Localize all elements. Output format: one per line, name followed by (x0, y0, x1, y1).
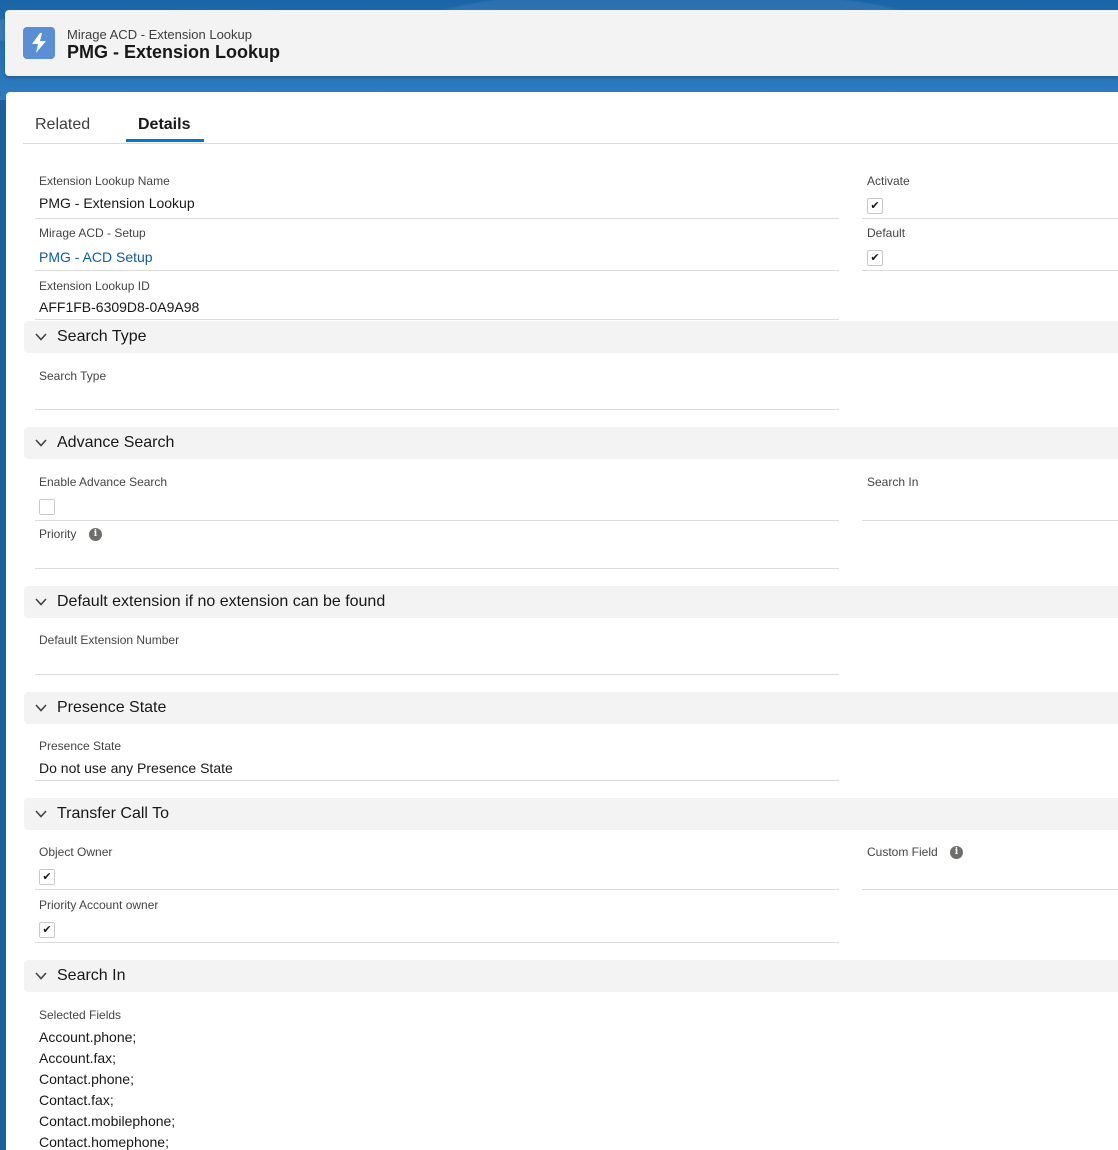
field-divider (862, 520, 1118, 521)
section-title: Search Type (57, 328, 147, 345)
tab-related[interactable]: Related (35, 116, 90, 134)
section-search-in[interactable]: Search In (24, 960, 1118, 992)
field-divider (35, 942, 839, 943)
extension-lookup-id-value: AFF1FB-6309D8-0A9A98 (39, 299, 200, 315)
list-item: Account.phone; (39, 1029, 137, 1045)
enable-advance-search-label: Enable Advance Search (39, 475, 168, 489)
chevron-down-icon (35, 810, 47, 818)
field-divider (862, 889, 1118, 890)
object-label: Mirage ACD - Extension Lookup (67, 27, 252, 42)
object-owner-label: Object Owner (39, 845, 113, 859)
object-owner-checkbox: ✔ (39, 869, 55, 885)
selected-fields-label: Selected Fields (39, 1008, 122, 1022)
presence-state-label: Presence State (39, 739, 122, 753)
section-title: Search In (57, 967, 126, 984)
section-search-type[interactable]: Search Type (24, 321, 1118, 353)
details-panel: Related Details Extension Lookup Name PM… (6, 92, 1118, 1150)
record-header: Mirage ACD - Extension Lookup PMG - Exte… (5, 10, 1118, 76)
field-divider (35, 270, 839, 271)
presence-state-value: Do not use any Presence State (39, 760, 233, 776)
extension-lookup-id-label: Extension Lookup ID (39, 279, 150, 293)
field-divider (862, 218, 1118, 219)
info-icon[interactable]: i (89, 528, 102, 541)
field-divider (35, 409, 839, 410)
field-divider (35, 780, 839, 781)
field-divider (35, 218, 839, 219)
field-divider (35, 889, 839, 890)
section-advance-search[interactable]: Advance Search (24, 427, 1118, 459)
search-in-label: Search In (867, 475, 919, 489)
chevron-down-icon (35, 439, 47, 447)
field-divider (35, 319, 839, 320)
lightning-icon (23, 27, 55, 59)
chevron-down-icon (35, 598, 47, 606)
activate-checkbox: ✔ (867, 198, 883, 214)
default-extension-number-label: Default Extension Number (39, 633, 180, 647)
field-divider (35, 568, 839, 569)
list-item: Contact.mobilephone; (39, 1113, 176, 1129)
enable-advance-search-checkbox (39, 499, 55, 515)
section-title: Transfer Call To (57, 805, 170, 822)
section-presence-state[interactable]: Presence State (24, 692, 1118, 724)
extension-lookup-name-label: Extension Lookup Name (39, 174, 170, 188)
record-title: PMG - Extension Lookup (67, 42, 281, 62)
section-transfer-call-to[interactable]: Transfer Call To (24, 798, 1118, 830)
field-divider (862, 270, 1118, 271)
extension-lookup-name-value: PMG - Extension Lookup (39, 195, 195, 211)
search-type-label: Search Type (39, 369, 107, 383)
section-title: Presence State (57, 699, 167, 716)
chevron-down-icon (35, 704, 47, 712)
priority-account-owner-label: Priority Account owner (39, 898, 159, 912)
chevron-down-icon (35, 972, 47, 980)
activate-label: Activate (867, 174, 910, 188)
section-default-extension[interactable]: Default extension if no extension can be… (24, 586, 1118, 618)
tab-bar: Related Details (23, 92, 1118, 144)
list-item: Contact.homephone; (39, 1134, 169, 1150)
mirage-acd-setup-label: Mirage ACD - Setup (39, 226, 146, 240)
default-checkbox: ✔ (867, 250, 883, 266)
list-item: Account.fax; (39, 1050, 117, 1066)
tab-details[interactable]: Details (138, 116, 190, 134)
field-divider (35, 520, 839, 521)
custom-field-label: Custom Field (867, 845, 938, 859)
info-icon[interactable]: i (950, 846, 963, 859)
priority-label: Priority (39, 527, 77, 541)
chevron-down-icon (35, 333, 47, 341)
mirage-acd-setup-link[interactable]: PMG - ACD Setup (39, 249, 153, 265)
list-item: Contact.fax; (39, 1092, 114, 1108)
list-item: Contact.phone; (39, 1071, 134, 1087)
priority-account-owner-checkbox: ✔ (39, 922, 55, 938)
field-divider (35, 674, 839, 675)
active-tab-indicator (126, 139, 204, 142)
default-label: Default (867, 226, 906, 240)
section-title: Advance Search (57, 434, 175, 451)
section-title: Default extension if no extension can be… (57, 593, 386, 610)
